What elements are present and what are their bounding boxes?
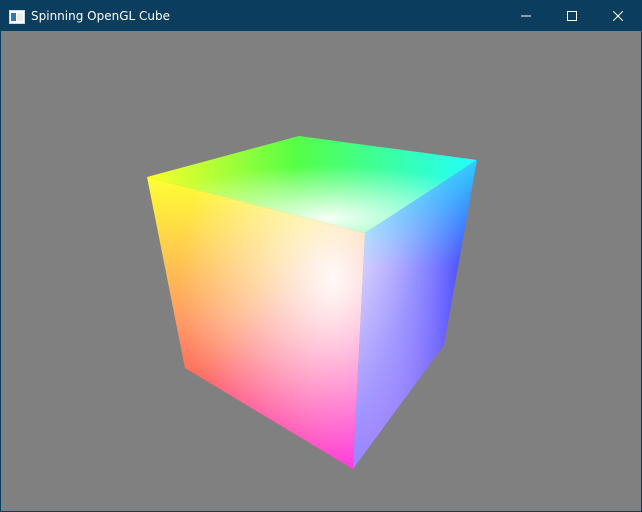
maximize-icon [567,11,577,21]
title-bar[interactable]: Spinning OpenGL Cube [1,1,641,31]
opengl-viewport[interactable] [1,31,641,511]
app-window: Spinning OpenGL Cube [0,0,642,512]
minimize-button[interactable] [503,1,549,31]
close-icon [613,11,623,21]
window-app-icon[interactable] [9,9,25,24]
close-button[interactable] [595,1,641,31]
maximize-button[interactable] [549,1,595,31]
minimize-icon [521,11,531,21]
window-title: Spinning OpenGL Cube [31,9,170,23]
window-controls [503,1,641,31]
cube-canvas [147,136,477,469]
